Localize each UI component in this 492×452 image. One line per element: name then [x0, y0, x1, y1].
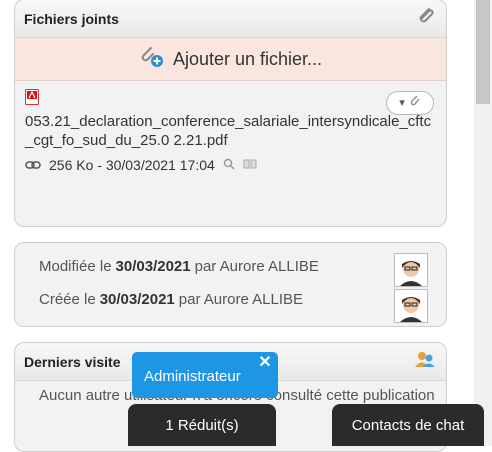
left-rail — [0, 0, 13, 446]
reduced-chats-label: 1 Réduit(s) — [165, 416, 239, 434]
chat-user-tooltip: Administrateur ✕ — [132, 352, 278, 398]
paperclip-icon — [416, 6, 436, 31]
visitors-title: Derniers visite — [24, 353, 121, 370]
created-prefix: Créée le — [39, 291, 96, 308]
file-name-link[interactable]: 053.21_declaration_conference_salariale_… — [25, 112, 436, 150]
attachments-panel: Fichiers joints Ajouter un fichier... ▾ … — [14, 0, 447, 227]
modified-line: Modifiée le 30/03/2021 par Aurore ALLIBE — [39, 258, 446, 275]
close-icon[interactable]: ✕ — [258, 355, 272, 371]
link-icon — [25, 156, 41, 175]
book-icon[interactable] — [243, 156, 257, 175]
file-actions-toggle[interactable]: ▾ — [386, 91, 434, 115]
preview-search-icon[interactable] — [223, 156, 235, 175]
modified-by[interactable]: par Aurore ALLIBE — [195, 258, 319, 275]
avatar-modifier[interactable] — [394, 253, 428, 287]
file-meta: 256 Ko - 30/03/2021 17:04 — [25, 156, 436, 175]
modified-date: 30/03/2021 — [115, 258, 191, 275]
file-size-date: 256 Ko - 30/03/2021 17:04 — [49, 157, 215, 173]
add-file-button[interactable]: Ajouter un fichier... — [15, 38, 446, 81]
tooltip-label: Administrateur — [144, 368, 241, 385]
created-date: 30/03/2021 — [99, 291, 175, 308]
pdf-icon[interactable] — [25, 89, 39, 110]
history-panel: Modifiée le 30/03/2021 par Aurore ALLIBE… — [14, 242, 447, 327]
users-icon — [414, 350, 436, 373]
avatar-creator[interactable] — [394, 289, 428, 323]
chat-contacts-tab[interactable]: Contacts de chat — [332, 404, 484, 446]
paperclip-small-icon — [409, 94, 421, 113]
file-item: ▾ 053.21_declaration_conference_salarial… — [15, 81, 446, 185]
add-file-label: Ajouter un fichier... — [172, 48, 323, 69]
modified-prefix: Modifiée le — [39, 258, 112, 275]
page-scrollbar-thumb[interactable] — [476, 0, 490, 104]
add-file-icon — [139, 45, 165, 74]
reduced-chats-tab[interactable]: 1 Réduit(s) — [128, 404, 276, 446]
attachments-title: Fichiers joints — [24, 10, 119, 27]
created-line: Créée le 30/03/2021 par Aurore ALLIBE — [39, 291, 446, 308]
created-by[interactable]: par Aurore ALLIBE — [179, 291, 303, 308]
chevron-down-icon: ▾ — [399, 96, 405, 109]
attachments-header: Fichiers joints — [15, 0, 446, 38]
chat-contacts-label: Contacts de chat — [351, 416, 465, 434]
